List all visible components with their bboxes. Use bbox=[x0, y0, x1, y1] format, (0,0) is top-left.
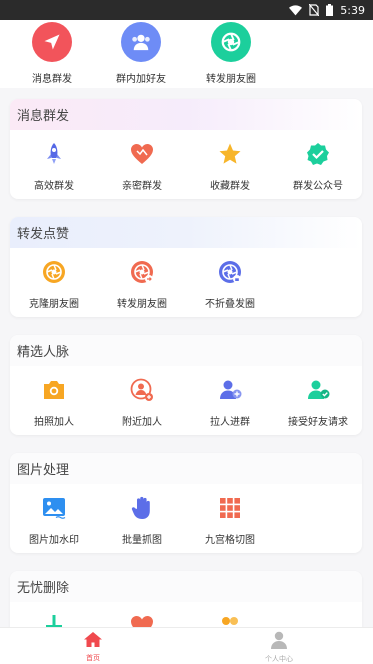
status-bar: 5:39 bbox=[0, 0, 373, 20]
user-check-icon bbox=[304, 376, 332, 404]
grid-icon bbox=[216, 494, 244, 522]
camera-icon bbox=[40, 376, 68, 404]
item-accept-friend-requests[interactable]: 接受好友请求 bbox=[274, 376, 362, 428]
item-nearby-add[interactable]: 附近加人 bbox=[98, 376, 186, 428]
section-title: 无忧删除 bbox=[10, 571, 362, 602]
status-time: 5:39 bbox=[340, 3, 365, 17]
shortcut-forward-moments[interactable]: 转发朋友圈 bbox=[186, 22, 276, 85]
location-user-icon bbox=[128, 376, 156, 404]
group-icon bbox=[121, 22, 161, 62]
aperture-forward-icon bbox=[128, 258, 156, 286]
item-photo-add[interactable]: 拍照加人 bbox=[10, 376, 98, 428]
shortcut-message-broadcast[interactable]: 消息群发 bbox=[7, 22, 97, 85]
battery-icon bbox=[326, 4, 334, 16]
section-select-contacts: 精选人脉 拍照加人 附近加人 拉人进群 接受好友请求 bbox=[10, 335, 362, 435]
no-sim-icon bbox=[309, 4, 320, 16]
section-image-processing: 图片处理 图片加水印 批量抓图 九宫格切图 bbox=[10, 453, 362, 553]
item-broadcast-official-account[interactable]: 群发公众号 bbox=[274, 140, 362, 192]
item-nine-grid-cut[interactable]: 九宫格切图 bbox=[186, 494, 274, 546]
add-user-icon bbox=[216, 376, 244, 404]
verified-badge-icon bbox=[304, 140, 332, 168]
person-icon bbox=[271, 631, 287, 649]
item-intimate-broadcast[interactable]: 亲密群发 bbox=[98, 140, 186, 192]
item-forward-moments[interactable]: 转发朋友圈 bbox=[98, 258, 186, 310]
item-clone-moments[interactable]: 克隆朋友圈 bbox=[10, 258, 98, 310]
hand-icon bbox=[128, 494, 156, 522]
section-title: 精选人脉 bbox=[10, 335, 362, 366]
tab-home[interactable]: 首页 bbox=[53, 631, 133, 663]
item-unfolded-moments[interactable]: 不折叠发圈 bbox=[186, 258, 274, 310]
section-title: 转发点赞 bbox=[10, 217, 362, 248]
wifi-icon bbox=[289, 4, 303, 15]
item-batch-capture[interactable]: 批量抓图 bbox=[98, 494, 186, 546]
top-shortcuts: 消息群发 群内加好友 转发朋友圈 bbox=[0, 20, 373, 88]
section-message-broadcast: 消息群发 高效群发 亲密群发 收藏群发 群发公众号 bbox=[10, 99, 362, 199]
item-image-watermark[interactable]: 图片加水印 bbox=[10, 494, 98, 546]
tab-personal-center[interactable]: 个人中心 bbox=[239, 631, 319, 664]
bottom-navigation: 首页 个人中心 bbox=[0, 627, 373, 664]
item-efficient-broadcast[interactable]: 高效群发 bbox=[10, 140, 98, 192]
aperture-lock-icon bbox=[216, 258, 244, 286]
home-icon bbox=[84, 632, 102, 647]
heart-icon bbox=[128, 140, 156, 168]
section-title: 图片处理 bbox=[10, 453, 362, 484]
aperture-icon bbox=[40, 258, 68, 286]
section-title: 消息群发 bbox=[10, 99, 362, 130]
shutter-icon bbox=[211, 22, 251, 62]
item-invite-to-group[interactable]: 拉人进群 bbox=[186, 376, 274, 428]
item-favorite-broadcast[interactable]: 收藏群发 bbox=[186, 140, 274, 192]
send-icon bbox=[32, 22, 72, 62]
star-icon bbox=[216, 140, 244, 168]
section-forward-like: 转发点赞 克隆朋友圈 转发朋友圈 不折叠发圈 bbox=[10, 217, 362, 317]
rocket-icon bbox=[40, 140, 68, 168]
shortcut-group-add-friends[interactable]: 群内加好友 bbox=[96, 22, 186, 85]
image-icon bbox=[40, 494, 68, 522]
